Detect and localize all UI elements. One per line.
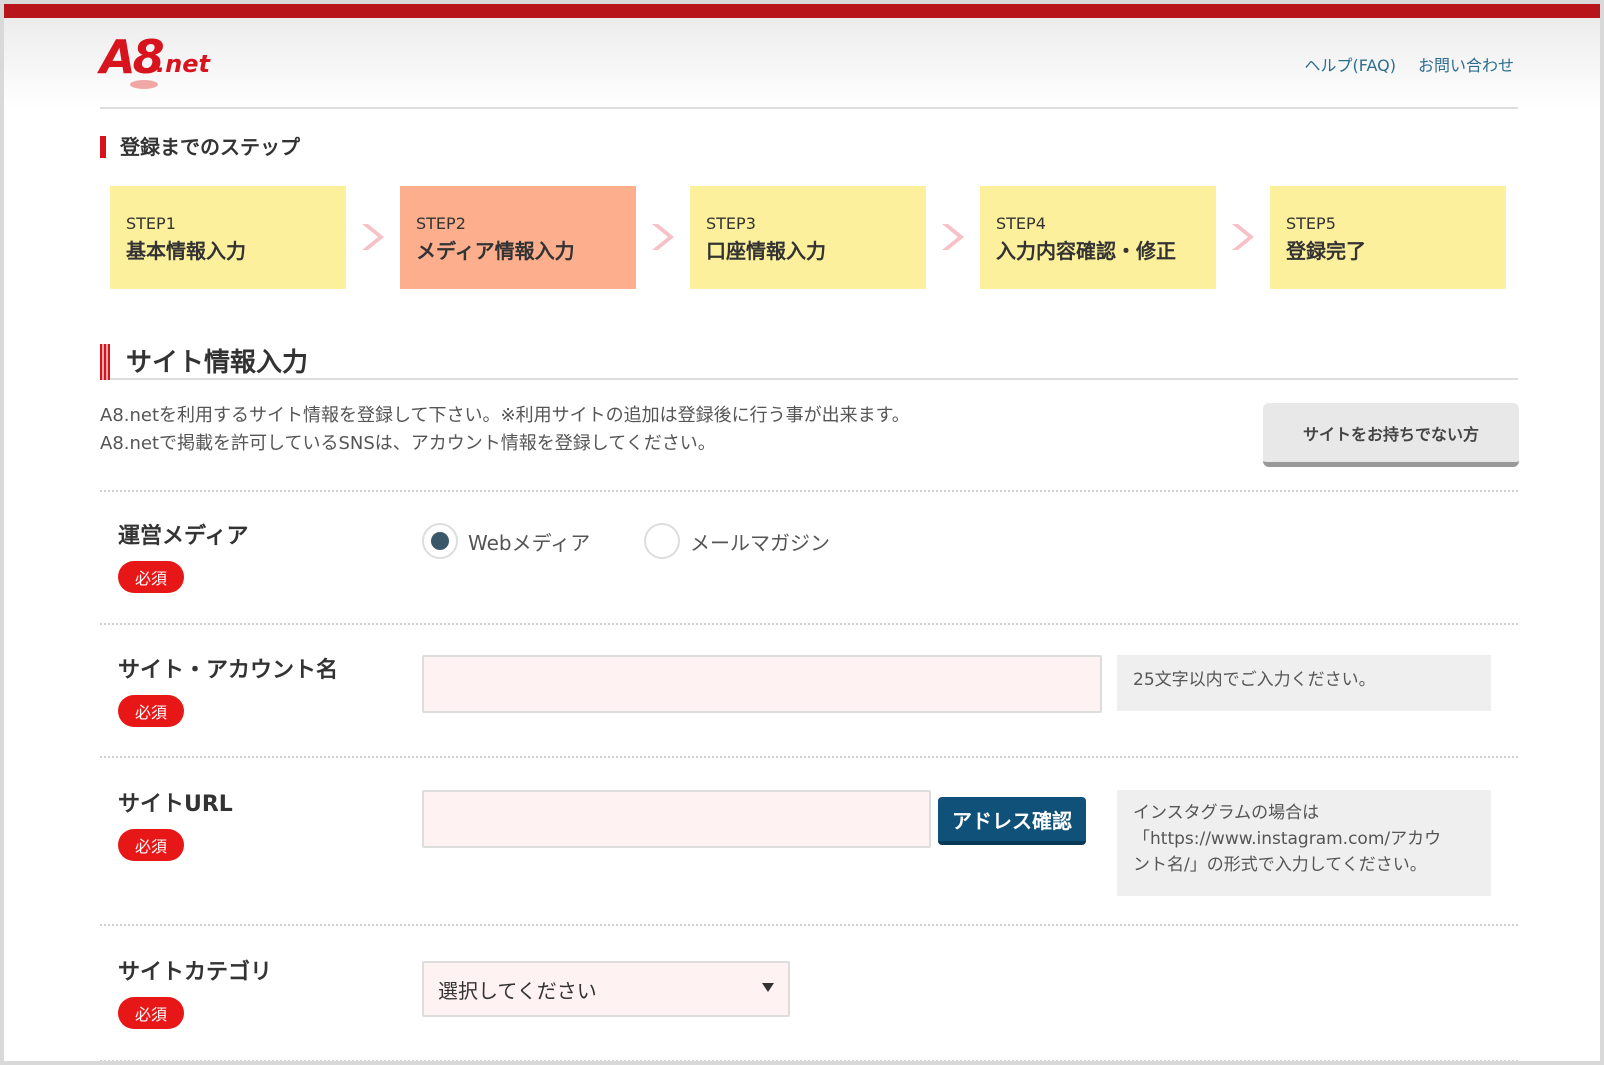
chevron-right-icon: [646, 222, 676, 252]
row-divider: [100, 1060, 1518, 1061]
step-number: STEP3: [706, 214, 756, 233]
logo-main-text: A8: [100, 30, 165, 84]
step-label: 口座情報入力: [706, 239, 826, 263]
site-name-input[interactable]: [422, 655, 1102, 713]
step-5: STEP5 登録完了: [1270, 186, 1506, 289]
radio-circle-selected[interactable]: [422, 523, 458, 559]
step-label: 入力内容確認・修正: [996, 239, 1176, 263]
step-number: STEP1: [126, 214, 176, 233]
caret-down-icon: [762, 983, 774, 992]
contact-link[interactable]: お問い合わせ: [1418, 52, 1514, 76]
radio-web-media[interactable]: Webメディア: [422, 523, 590, 559]
header-divider: [100, 107, 1518, 109]
site-name-hint: 25文字以内でご入力ください。: [1117, 655, 1491, 711]
step-label: メディア情報入力: [416, 239, 575, 263]
row-divider: [100, 924, 1518, 926]
step-1: STEP1 基本情報入力: [110, 186, 346, 289]
chevron-right-icon: [356, 222, 386, 252]
row-divider: [100, 756, 1518, 758]
row-divider: [100, 623, 1518, 625]
site-category-selected: 選択してください: [438, 979, 597, 1003]
logo-suffix-text: .net: [156, 50, 210, 78]
required-badge: 必須: [118, 829, 184, 861]
a8net-logo[interactable]: A8 .net: [100, 30, 230, 90]
no-site-button[interactable]: サイトをお持ちでない方: [1263, 403, 1519, 467]
page-frame: A8 .net ヘルプ(FAQ) お問い合わせ 登録までのステップ STEP1 …: [0, 0, 1604, 1065]
radio-label: Webメディア: [468, 530, 591, 555]
address-check-button[interactable]: アドレス確認: [938, 797, 1086, 845]
step-number: STEP5: [1286, 214, 1336, 233]
radio-mail-magazine[interactable]: メールマガジン: [644, 523, 830, 559]
site-category-select[interactable]: 選択してください: [422, 961, 790, 1017]
site-url-hint-line-2: 「https://www.instagram.com/アカウ: [1133, 829, 1442, 849]
site-name-label: サイト・アカウント名: [118, 658, 339, 683]
site-url-hint-line-1: インスタグラムの場合は: [1133, 803, 1320, 823]
site-url-hint: インスタグラムの場合は 「https://www.instagram.com/ア…: [1117, 790, 1491, 896]
chevron-right-icon: [1226, 222, 1256, 252]
media-label: 運営メディア: [118, 524, 249, 549]
step-label: 基本情報入力: [126, 239, 246, 263]
steps-heading: 登録までのステップ: [100, 136, 300, 158]
chevron-right-icon: [936, 222, 966, 252]
top-accent-bar: [4, 4, 1600, 18]
required-badge: 必須: [118, 997, 184, 1029]
row-divider: [100, 490, 1518, 492]
section-heading-text: サイト情報入力: [126, 348, 309, 378]
intro-line-2: A8.netで掲載を許可しているSNSは、アカウント情報を登録してください。: [100, 433, 716, 454]
logo-swoosh: [130, 80, 158, 89]
registration-steps: STEP1 基本情報入力 STEP2 メディア情報入力 STEP3 口座情報入力…: [110, 186, 1510, 290]
site-url-label: サイトURL: [118, 792, 233, 817]
intro-line-1: A8.netを利用するサイト情報を登録して下さい。※利用サイトの追加は登録後に行…: [100, 405, 910, 426]
help-faq-link[interactable]: ヘルプ(FAQ): [1305, 52, 1396, 76]
step-number: STEP2: [416, 214, 466, 233]
radio-circle[interactable]: [644, 523, 680, 559]
step-number: STEP4: [996, 214, 1046, 233]
section-heading-bar: [100, 344, 110, 380]
step-2: STEP2 メディア情報入力: [400, 186, 636, 289]
section-heading: サイト情報入力: [100, 342, 1518, 380]
radio-label: メールマガジン: [690, 530, 830, 555]
site-url-hint-line-3: ント名/」の形式で入力してください。: [1133, 855, 1427, 875]
site-category-label: サイトカテゴリ: [118, 960, 273, 985]
intro-text: A8.netを利用するサイト情報を登録して下さい。※利用サイトの追加は登録後に行…: [100, 402, 910, 458]
required-badge: 必須: [118, 695, 184, 727]
required-badge: 必須: [118, 561, 184, 593]
step-4: STEP4 入力内容確認・修正: [980, 186, 1216, 289]
header-links: ヘルプ(FAQ) お問い合わせ: [1305, 52, 1515, 76]
step-label: 登録完了: [1286, 239, 1366, 263]
step-3: STEP3 口座情報入力: [690, 186, 926, 289]
site-url-input[interactable]: [422, 790, 931, 848]
